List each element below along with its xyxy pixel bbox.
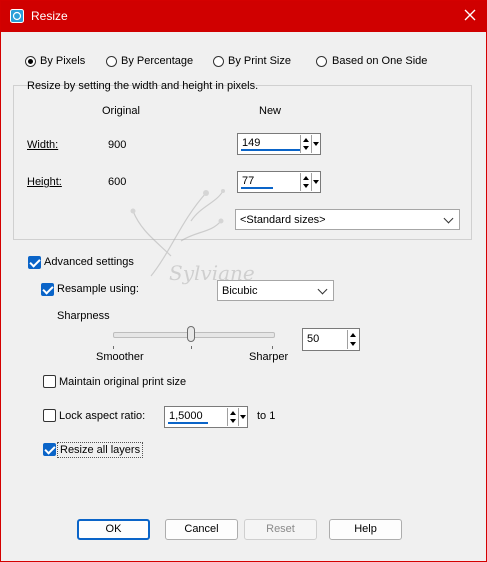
lock-aspect-label: Lock aspect ratio:: [59, 410, 146, 422]
maintain-print-size-label: Maintain original print size: [59, 376, 187, 388]
slider-tick: [113, 346, 114, 349]
window-title: Resize: [31, 9, 68, 23]
radio-button[interactable]: [106, 56, 117, 67]
width-original: 900: [108, 139, 127, 151]
app-icon: [10, 9, 24, 23]
column-new: New: [259, 105, 282, 117]
width-spin-arrows[interactable]: [300, 135, 311, 153]
smoother-label: Smoother: [96, 351, 144, 363]
title-bar: Resize: [1, 1, 487, 32]
ok-button[interactable]: OK: [77, 519, 150, 540]
pixels-description: Resize by setting the width and height i…: [27, 80, 259, 92]
height-dropdown-icon[interactable]: [311, 173, 320, 191]
input-underline: [241, 149, 307, 151]
to-one-label: to 1: [257, 410, 276, 422]
aspect-ratio-value: 1,5000: [169, 410, 203, 422]
slider-tick: [272, 346, 273, 349]
width-value: 149: [242, 137, 261, 149]
chevron-down-icon: [317, 284, 328, 295]
radio-label: By Percentage: [121, 55, 194, 67]
advanced-settings-label: Advanced settings: [44, 256, 134, 268]
height-label: Height:: [27, 176, 62, 188]
radio-label: By Print Size: [228, 55, 291, 67]
sharpness-spin-field[interactable]: 50: [302, 328, 360, 351]
sharper-label: Sharper: [249, 351, 289, 363]
resize-all-layers-checkbox[interactable]: [43, 443, 56, 456]
maintain-print-size-checkbox[interactable]: [43, 375, 56, 388]
input-underline: [168, 422, 208, 424]
help-button[interactable]: Help: [329, 519, 402, 540]
radio-button[interactable]: [25, 56, 36, 67]
lock-aspect-checkbox[interactable]: [43, 409, 56, 422]
close-icon[interactable]: [462, 7, 478, 23]
advanced-settings-checkbox[interactable]: [28, 256, 41, 269]
slider-tick: [191, 346, 192, 349]
aspect-ratio-spin-field[interactable]: 1,5000: [164, 406, 248, 428]
width-dropdown-icon[interactable]: [311, 135, 320, 153]
resample-method-select[interactable]: Bicubic: [217, 280, 334, 301]
width-spin-field[interactable]: 149: [237, 133, 321, 155]
sharpness-slider-thumb[interactable]: [187, 326, 195, 342]
radio-label: Based on One Side: [332, 55, 428, 67]
sharpness-label: Sharpness: [57, 310, 110, 322]
resize-all-layers-label: Resize all layers: [57, 442, 144, 458]
radio-label: By Pixels: [40, 55, 86, 67]
cancel-button[interactable]: Cancel: [165, 519, 238, 540]
aspect-dropdown-icon[interactable]: [238, 408, 247, 426]
column-original: Original: [102, 105, 140, 117]
sharpness-spin-arrows[interactable]: [347, 330, 358, 349]
aspect-spin-arrows[interactable]: [227, 408, 238, 426]
height-spin-arrows[interactable]: [300, 173, 311, 191]
resample-checkbox[interactable]: [41, 283, 54, 296]
resize-dialog: Resize By Pixels By Percentage By Print …: [0, 0, 487, 562]
sharpness-value: 50: [307, 333, 320, 345]
width-label: Width:: [27, 139, 59, 151]
radio-button[interactable]: [213, 56, 224, 67]
chevron-down-icon: [443, 213, 454, 224]
resample-label: Resample using:: [57, 283, 139, 295]
reset-button[interactable]: Reset: [244, 519, 317, 540]
resample-method-value: Bicubic: [222, 285, 258, 297]
radio-button[interactable]: [316, 56, 327, 67]
